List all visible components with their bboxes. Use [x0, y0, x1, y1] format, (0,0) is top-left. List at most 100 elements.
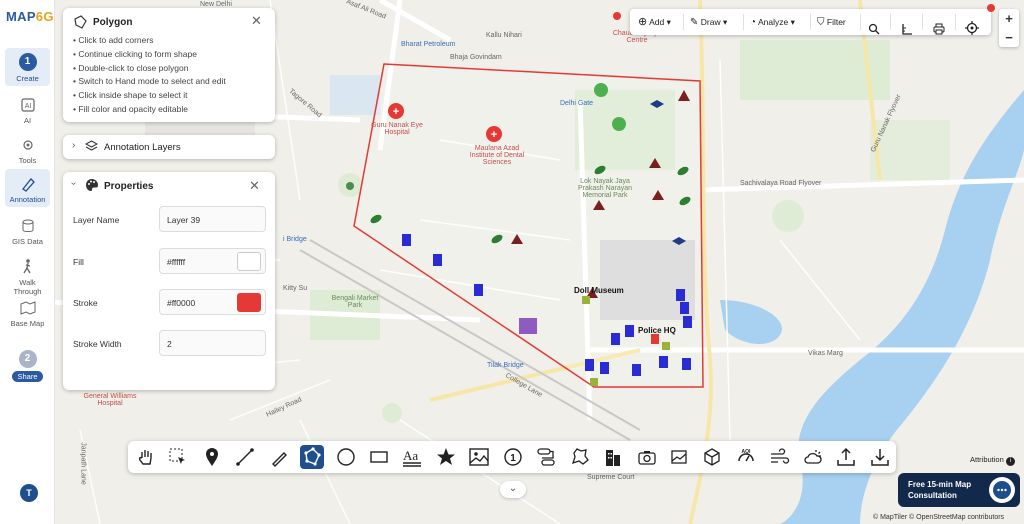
- sidebar-item-share[interactable]: 2 Share: [5, 350, 50, 382]
- freeform-icon: [571, 448, 589, 465]
- sidebar-item-tools[interactable]: Tools: [5, 136, 50, 165]
- rectangle-tool-button[interactable]: [367, 445, 391, 469]
- svg-text:1: 1: [510, 453, 516, 464]
- map-label-tilak-bridge: Tilak Bridge: [487, 362, 524, 369]
- add-button[interactable]: ⊕ Add ▾: [638, 9, 671, 35]
- star-tool-button[interactable]: [434, 445, 458, 469]
- download-tool-button[interactable]: [868, 445, 892, 469]
- close-icon[interactable]: ✕: [249, 178, 260, 194]
- stroke-width-label: Stroke Width: [73, 339, 122, 349]
- polygon-icon: [74, 15, 87, 29]
- user-avatar[interactable]: T: [20, 484, 38, 502]
- chevron-right-icon[interactable]: ›: [72, 140, 75, 151]
- sidebar-item-label: Annotation: [9, 195, 46, 204]
- annotation-layers-panel[interactable]: › Annotation Layers: [63, 135, 275, 159]
- app-logo[interactable]: MAP6G: [6, 9, 54, 24]
- camera-tool-button[interactable]: [635, 445, 659, 469]
- pen-tool-button[interactable]: [268, 445, 292, 469]
- select-tool-button[interactable]: [166, 445, 190, 469]
- image-icon: [469, 448, 489, 466]
- fill-input[interactable]: #ffffff: [159, 248, 266, 274]
- rectangle-icon: [370, 451, 388, 463]
- circle-tool-button[interactable]: [334, 445, 358, 469]
- stroke-color-swatch[interactable]: [237, 293, 261, 312]
- properties-panel: › Properties ✕ Layer Name Layer 39 Fill …: [63, 172, 275, 390]
- text-tool-button[interactable]: Aa: [400, 445, 424, 469]
- map-label-new-delhi: New Delhi: [200, 1, 232, 8]
- building-tool-button[interactable]: [601, 445, 625, 469]
- cube-icon: [704, 448, 720, 466]
- sidebar-item-gis-data[interactable]: GIS Data: [5, 217, 50, 246]
- panel-title: Annotation Layers: [104, 142, 181, 153]
- freeform-tool-button[interactable]: [568, 445, 592, 469]
- select-icon: [169, 448, 185, 464]
- download-icon: [871, 449, 889, 466]
- wind-tool-button[interactable]: [767, 445, 791, 469]
- attribution-toggle[interactable]: Attribution i: [970, 455, 1015, 466]
- sidebar-item-base-map[interactable]: Base Map: [5, 299, 50, 328]
- map-label-police-hq: Police HQ: [638, 326, 676, 335]
- chat-button[interactable]: [989, 477, 1015, 503]
- upload-icon: [837, 447, 855, 466]
- weather-tool-button[interactable]: [801, 445, 825, 469]
- zoom-control: + −: [999, 9, 1019, 47]
- base-map-icon: [20, 301, 35, 315]
- number-icon: 1: [504, 448, 522, 466]
- image-tool-button[interactable]: [467, 445, 491, 469]
- weather-icon: [804, 450, 822, 464]
- stroke-width-input[interactable]: 2: [159, 330, 266, 356]
- sidebar-item-walk-through[interactable]: Walk Through: [5, 258, 50, 296]
- close-icon[interactable]: ✕: [251, 13, 262, 29]
- map-label-guru-nanak: Guru Nanak Eye Hospital: [371, 122, 423, 136]
- notification-dot[interactable]: [987, 4, 995, 12]
- sidebar-item-ai[interactable]: AI AI: [5, 96, 50, 125]
- instruction-item: • Continue clicking to form shape: [73, 48, 197, 59]
- route-icon: [537, 448, 555, 466]
- search-icon[interactable]: [868, 16, 880, 42]
- locate-icon[interactable]: [965, 15, 979, 41]
- number-tool-button[interactable]: 1: [501, 445, 525, 469]
- aqi-icon: AQI: [738, 449, 754, 462]
- instruction-item: • Fill color and opacity editable: [73, 103, 188, 114]
- aqi-tool-button[interactable]: AQI: [734, 445, 758, 469]
- fill-row: Fill #ffffff: [73, 248, 266, 274]
- collapse-toolbar-button[interactable]: ⌄: [500, 481, 526, 498]
- sidebar-item-annotation[interactable]: Annotation: [5, 169, 50, 207]
- measure-icon[interactable]: [901, 16, 913, 42]
- line-tool-button[interactable]: [233, 445, 257, 469]
- zoom-out-button[interactable]: −: [999, 28, 1019, 47]
- walk-through-icon: [22, 259, 31, 274]
- map-label-general-williams: General Williams Hospital: [83, 393, 137, 407]
- palette-icon: [86, 179, 98, 191]
- route-tool-button[interactable]: [534, 445, 558, 469]
- step-one-badge: 1: [18, 53, 37, 71]
- sidebar-item-create[interactable]: 1 Create: [5, 48, 50, 86]
- text-icon: Aa: [403, 448, 421, 467]
- marker-tool-button[interactable]: [200, 445, 224, 469]
- filter-button[interactable]: ⛉ Filter: [817, 9, 846, 35]
- consultation-banner[interactable]: Free 15-min Map Consultation: [898, 473, 1020, 507]
- polygon-tool-button[interactable]: [300, 445, 324, 469]
- sidebar-item-label: Tools: [18, 156, 37, 165]
- map-label-doll-museum: Doll Museum: [574, 286, 624, 295]
- draw-button[interactable]: ✎ Draw ▾: [690, 9, 727, 35]
- instruction-list: • Click to add corners • Continue clicki…: [73, 34, 226, 117]
- analyze-button[interactable]: ◔ Analyze ▾: [750, 9, 795, 35]
- stroke-input[interactable]: #ff0000: [159, 289, 266, 315]
- layers-icon: [85, 140, 98, 151]
- zoom-in-button[interactable]: +: [999, 9, 1019, 28]
- map-label-delhi-gate: Delhi Gate: [560, 100, 594, 107]
- print-icon[interactable]: [933, 16, 945, 42]
- upload-tool-button[interactable]: [834, 445, 858, 469]
- chevron-down-icon[interactable]: ›: [68, 182, 79, 185]
- bottom-tool-bar: Aa 1 AQI: [128, 441, 896, 473]
- layer-name-input[interactable]: Layer 39: [159, 206, 266, 232]
- cube-tool-button[interactable]: [700, 445, 724, 469]
- photo-tool-button[interactable]: [667, 445, 691, 469]
- sidebar-item-label: Walk Through: [13, 278, 42, 296]
- layer-name-label: Layer Name: [73, 215, 120, 225]
- fill-color-swatch[interactable]: [237, 252, 261, 271]
- instruction-item: • Click inside shape to select it: [73, 90, 188, 101]
- hand-tool-button[interactable]: [134, 445, 158, 469]
- polygon-instructions-panel: Polygon ✕ • Click to add corners • Conti…: [63, 8, 275, 122]
